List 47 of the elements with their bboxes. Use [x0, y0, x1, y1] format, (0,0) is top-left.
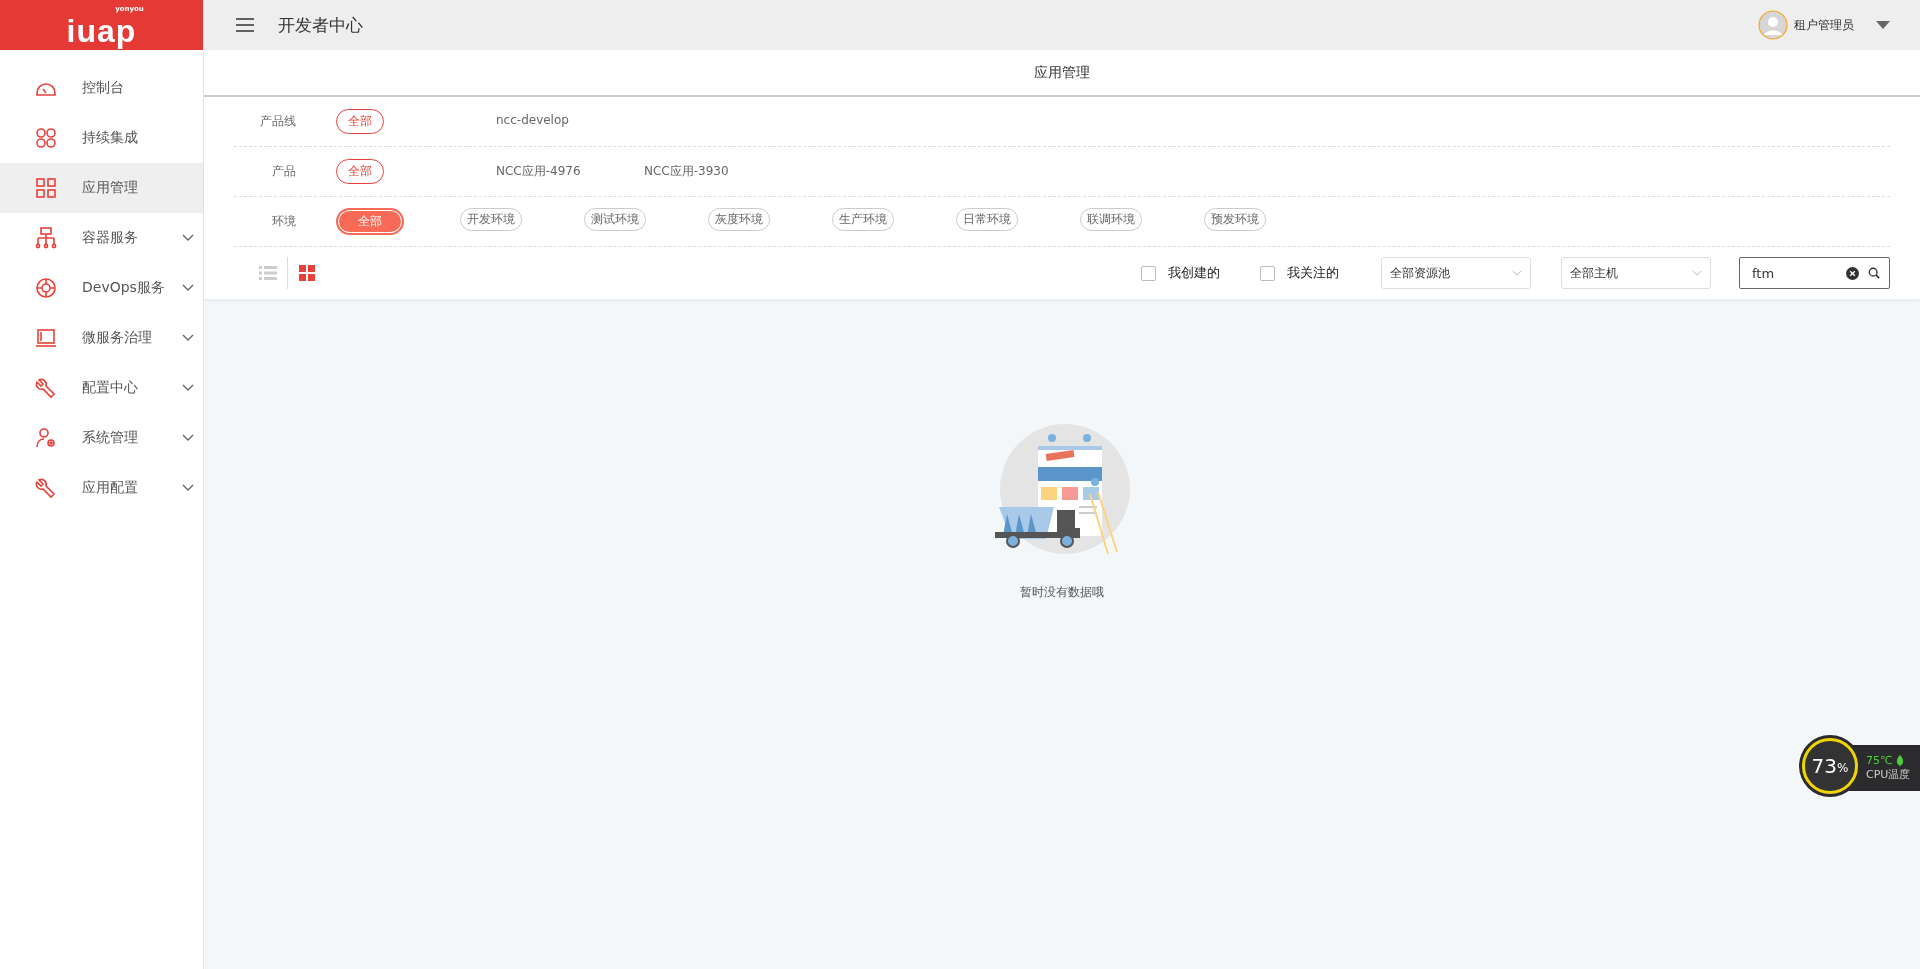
- sidebar-item[interactable]: 容器服务: [0, 213, 203, 263]
- leaf-icon: [1896, 754, 1905, 767]
- search-icon[interactable]: [1868, 267, 1880, 279]
- empty-message: 暂时没有数据哦: [1020, 584, 1104, 601]
- wrench-icon: [34, 476, 58, 500]
- sidebar-item[interactable]: 微服务治理: [0, 313, 203, 363]
- clear-icon[interactable]: [1846, 267, 1859, 280]
- petals-icon: [34, 126, 58, 150]
- checkbox-label[interactable]: 我关注的: [1287, 264, 1339, 282]
- filter-label: 产品线: [259, 113, 296, 130]
- checkbox[interactable]: [1141, 265, 1156, 281]
- chevron-down-icon: [1692, 269, 1702, 277]
- sidebar-item[interactable]: 控制台: [0, 63, 203, 113]
- tree-icon: [34, 226, 58, 250]
- cpu-label: CPU温度: [1866, 767, 1911, 782]
- laptop-icon: [34, 326, 58, 350]
- caret-icon[interactable]: [1876, 21, 1890, 29]
- cpu-temperature: 75℃: [1866, 754, 1893, 767]
- filter-option[interactable]: NCC应用-3930: [632, 159, 741, 184]
- lifebuoy-icon: [34, 276, 58, 300]
- grid-icon: [34, 176, 58, 200]
- wrench-icon: [34, 376, 58, 400]
- filter-label: 产品: [271, 163, 296, 180]
- dropdown-select[interactable]: 全部资源池: [1381, 257, 1531, 289]
- cpu-unit: %: [1837, 761, 1849, 775]
- filter-label: 环境: [271, 213, 296, 230]
- sidebar-item[interactable]: 应用配置: [0, 463, 203, 513]
- grid-view-icon[interactable]: [298, 265, 316, 281]
- page-title: 应用管理: [204, 50, 1920, 97]
- sidebar-item[interactable]: 系统管理: [0, 413, 203, 463]
- filter-option[interactable]: NCC应用-4976: [484, 159, 593, 184]
- cpu-percent: 73: [1811, 754, 1837, 778]
- dropdown-select[interactable]: 全部主机: [1561, 257, 1711, 289]
- sidebar-item[interactable]: 持续集成: [0, 113, 203, 163]
- filter-option[interactable]: ncc-develop: [484, 109, 581, 131]
- app-title: 开发者中心: [278, 13, 363, 37]
- search-field[interactable]: ftm: [1739, 257, 1890, 289]
- sidebar-item[interactable]: 应用管理: [0, 163, 203, 213]
- menu-icon[interactable]: [236, 18, 254, 32]
- checkbox[interactable]: [1260, 265, 1275, 281]
- sidebar-item[interactable]: 配置中心: [0, 363, 203, 413]
- user-name[interactable]: 租户管理员: [1794, 16, 1854, 34]
- logo-text: iuap: [66, 13, 137, 48]
- sidebar-item[interactable]: DevOps服务: [0, 263, 203, 313]
- checkbox-label[interactable]: 我创建的: [1168, 264, 1220, 282]
- usergear-icon: [34, 426, 58, 450]
- chevron-down-icon: [1512, 269, 1522, 277]
